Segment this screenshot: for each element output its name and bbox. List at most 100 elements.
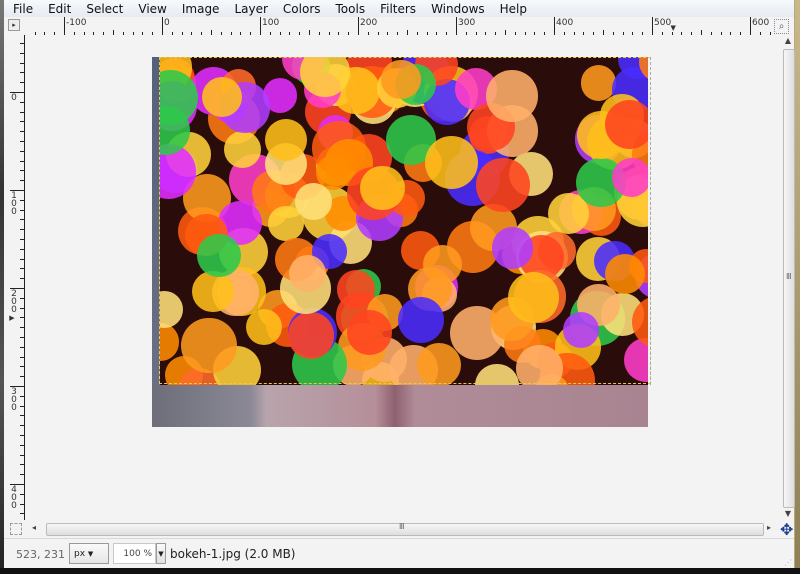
bokeh-photo	[160, 57, 648, 385]
ruler-tick	[20, 43, 24, 44]
ruler-tick	[20, 444, 24, 446]
layer-boundary	[650, 57, 652, 385]
ruler-label: -100	[66, 18, 87, 28]
file-info-label: bokeh-1.jpg (2.0 MB)	[170, 547, 296, 561]
grip-icon: Ⅲ	[399, 522, 405, 531]
ruler-tick	[554, 17, 555, 35]
gimp-image-window: File Edit Select View Image Layer Colors…	[4, 0, 795, 568]
ruler-tick	[20, 82, 24, 84]
horizontal-scroll-row: ◂ Ⅲ ▸ ✥	[4, 520, 794, 539]
resize-grip-icon[interactable]: ⋰	[784, 558, 792, 567]
menu-tools[interactable]: Tools	[327, 2, 372, 16]
menu-layer[interactable]: Layer	[225, 2, 273, 16]
menu-image[interactable]: Image	[173, 2, 226, 16]
menu-colors[interactable]: Colors	[274, 2, 327, 16]
image-left-strip	[152, 57, 160, 385]
ruler-label: 400	[556, 18, 574, 28]
vertical-scrollbar[interactable]: ▲ Ⅲ ▼	[782, 35, 795, 520]
ruler-tick	[20, 199, 24, 201]
ruler-tick	[20, 327, 24, 329]
ruler-label: 300	[458, 18, 476, 28]
menu-view[interactable]: View	[129, 2, 172, 16]
navigate-image-icon[interactable]: ✥	[780, 520, 793, 539]
bokeh-light	[486, 70, 538, 122]
vertical-ruler[interactable]: 0 1 0 0 2 0 0 3 0 0 4 0 0 ▶	[9, 35, 25, 520]
menu-windows[interactable]: Windows	[422, 2, 491, 16]
quick-mask-toggle-icon[interactable]	[10, 523, 22, 535]
scroll-left-icon[interactable]: ◂	[32, 523, 36, 532]
ruler-tick	[750, 17, 751, 35]
horizontal-scroll-thumb[interactable]: Ⅲ	[46, 522, 764, 536]
menu-help[interactable]: Help	[491, 2, 533, 16]
ruler-tick	[20, 170, 24, 172]
scroll-down-icon[interactable]: ▼	[782, 508, 794, 520]
bokeh-light	[605, 253, 646, 294]
bokeh-light	[623, 338, 648, 383]
menu-arrow-button[interactable]: ▸	[8, 19, 20, 31]
pointer-coordinates: 523, 231	[16, 548, 65, 561]
zoom-dropdown-button[interactable]: ▼	[156, 543, 166, 564]
ruler-tick	[20, 454, 24, 456]
menu-filters[interactable]: Filters	[371, 2, 422, 16]
bokeh-light	[192, 270, 234, 313]
ruler-tick	[20, 376, 24, 378]
ruler-label: 400	[11, 485, 17, 511]
ruler-tick	[20, 248, 24, 250]
bokeh-light	[181, 317, 237, 374]
ruler-tick	[20, 337, 24, 338]
image-canvas[interactable]	[25, 35, 782, 520]
ruler-tick	[20, 493, 24, 495]
ruler-label: 500	[654, 18, 672, 28]
horizontal-ruler[interactable]: -100 0 100 200 300 400 500 600 ▼	[24, 17, 772, 36]
zoom-input[interactable]: 100 %	[113, 543, 156, 564]
unit-selector[interactable]: px ▼	[69, 543, 109, 564]
ruler-tick	[20, 474, 24, 476]
menu-select[interactable]: Select	[77, 2, 129, 16]
bokeh-light	[515, 345, 563, 385]
ruler-label: 600	[752, 18, 770, 28]
statusbar: 523, 231 px ▼ 100 % ▼ bokeh-1.jpg (2.0 M…	[4, 538, 794, 569]
menu-edit[interactable]: Edit	[39, 2, 77, 16]
ruler-tick	[64, 17, 65, 35]
ruler-label: 100	[11, 191, 17, 217]
bokeh-light	[288, 255, 326, 293]
bokeh-light	[604, 99, 648, 149]
menu-file[interactable]: File	[4, 2, 39, 16]
ruler-tick	[162, 17, 163, 35]
ruler-tick	[20, 258, 24, 260]
ruler-tick	[20, 111, 24, 113]
ruler-label: 0	[164, 18, 170, 28]
ruler-tick	[20, 229, 24, 231]
chevron-down-icon: ▼	[87, 550, 94, 558]
bokeh-light	[475, 158, 530, 213]
ruler-tick	[20, 366, 24, 368]
ruler-tick	[20, 268, 24, 270]
ruler-tick	[20, 278, 24, 280]
menubar: File Edit Select View Image Layer Colors…	[4, 0, 794, 17]
bokeh-light	[360, 165, 405, 210]
ruler-tick	[20, 160, 24, 162]
grip-icon: Ⅲ	[786, 272, 792, 281]
ruler-tick	[20, 395, 24, 397]
ruler-tick	[260, 17, 261, 35]
zoom-image-when-window-size-changes-icon[interactable]: ⌕	[774, 19, 789, 34]
bokeh-light	[424, 136, 478, 190]
scroll-right-icon[interactable]: ▸	[767, 523, 771, 532]
bokeh-light	[197, 233, 241, 278]
vertical-scroll-thumb[interactable]: Ⅲ	[783, 49, 795, 508]
scroll-up-icon[interactable]: ▲	[782, 35, 794, 47]
ruler-tick	[20, 141, 24, 142]
ruler-tick	[456, 17, 457, 35]
ruler-tick	[358, 17, 359, 35]
ruler-label: 100	[262, 18, 280, 28]
ruler-tick	[20, 435, 24, 436]
bokeh-light	[397, 296, 444, 343]
ruler-tick	[20, 356, 24, 358]
ruler-tick	[20, 405, 24, 407]
ruler-label: 200	[11, 289, 17, 315]
ruler-label: 0	[11, 93, 17, 103]
ruler-tick	[652, 17, 653, 35]
bokeh-light	[475, 363, 519, 385]
bokeh-light	[223, 130, 261, 168]
ruler-tick	[20, 72, 24, 74]
